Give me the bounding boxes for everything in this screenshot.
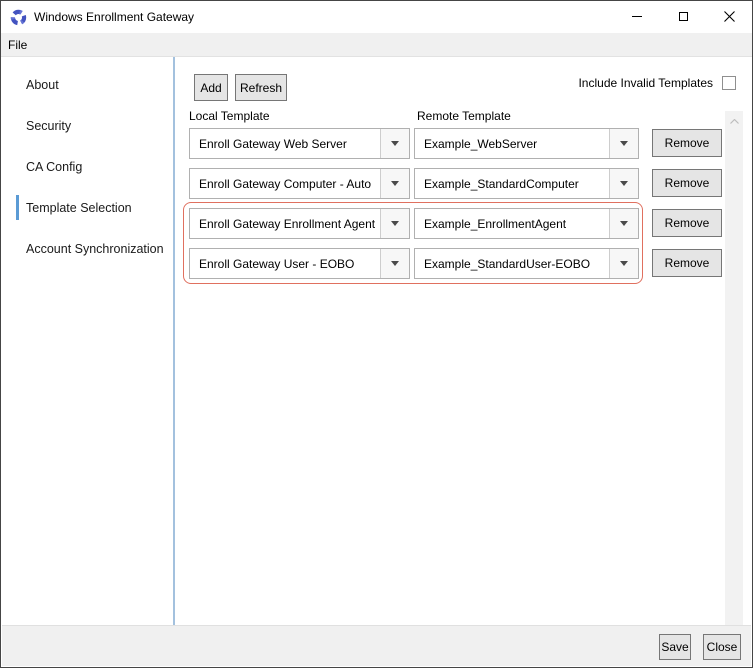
sidebar-item-label: Account Synchronization — [26, 242, 164, 256]
menu-file[interactable]: File — [1, 33, 34, 57]
app-logo-icon — [10, 9, 27, 26]
save-button[interactable]: Save — [659, 634, 691, 660]
maximize-icon — [679, 12, 688, 21]
maximize-button[interactable] — [660, 1, 706, 32]
sidebar-item-account-synchronization[interactable]: Account Synchronization — [2, 228, 173, 269]
minimize-button[interactable] — [614, 1, 660, 32]
chevron-down-icon — [620, 181, 628, 186]
remote-template-dropdown[interactable]: Example_EnrollmentAgent — [414, 208, 639, 239]
dropdown-toggle[interactable] — [380, 209, 409, 238]
local-template-dropdown[interactable]: Enroll Gateway Web Server — [189, 128, 410, 159]
local-template-dropdown[interactable]: Enroll Gateway Computer - Auto — [189, 168, 410, 199]
include-invalid-row: Include Invalid Templates — [578, 76, 736, 90]
local-template-value: Enroll Gateway Computer - Auto — [190, 177, 380, 191]
remote-template-dropdown[interactable]: Example_StandardComputer — [414, 168, 639, 199]
remote-template-value: Example_EnrollmentAgent — [415, 217, 609, 231]
remote-template-dropdown[interactable]: Example_WebServer — [414, 128, 639, 159]
close-icon — [724, 11, 735, 22]
chevron-down-icon — [391, 221, 399, 226]
template-mapping-row: Enroll Gateway User - EOBO Example_Stand… — [189, 248, 729, 279]
dropdown-toggle[interactable] — [609, 249, 638, 278]
sidebar-item-label: Template Selection — [26, 201, 132, 215]
template-mapping-rows: Enroll Gateway Web Server Example_WebSer… — [189, 128, 751, 328]
chevron-down-icon — [620, 141, 628, 146]
sidebar-item-security[interactable]: Security — [2, 105, 173, 146]
local-template-value: Enroll Gateway Web Server — [190, 137, 380, 151]
chevron-down-icon — [391, 181, 399, 186]
remove-button[interactable]: Remove — [652, 209, 722, 237]
window-body: About Security CA Config Template Select… — [2, 57, 751, 625]
minimize-icon — [632, 16, 642, 17]
menu-bar: File — [1, 33, 752, 57]
remote-template-header: Remote Template — [417, 109, 511, 123]
close-button[interactable] — [706, 1, 752, 32]
dropdown-toggle[interactable] — [380, 249, 409, 278]
close-button-footer[interactable]: Close — [703, 634, 741, 660]
dropdown-toggle[interactable] — [380, 129, 409, 158]
local-template-value: Enroll Gateway Enrollment Agent — [190, 217, 380, 231]
dropdown-toggle[interactable] — [380, 169, 409, 198]
template-selection-panel: Add Refresh Include Invalid Templates Lo… — [177, 57, 751, 625]
window-controls — [614, 1, 752, 32]
sidebar-item-template-selection[interactable]: Template Selection — [2, 187, 173, 228]
local-template-value: Enroll Gateway User - EOBO — [190, 257, 380, 271]
remove-button[interactable]: Remove — [652, 169, 722, 197]
remote-template-dropdown[interactable]: Example_StandardUser-EOBO — [414, 248, 639, 279]
remote-template-value: Example_WebServer — [415, 137, 609, 151]
template-mapping-row: Enroll Gateway Computer - Auto Example_S… — [189, 168, 729, 199]
title-bar: Windows Enrollment Gateway — [1, 1, 752, 33]
remote-template-value: Example_StandardUser-EOBO — [415, 257, 609, 271]
sidebar-item-label: About — [26, 78, 59, 92]
dropdown-toggle[interactable] — [609, 169, 638, 198]
add-button[interactable]: Add — [194, 74, 228, 101]
refresh-button[interactable]: Refresh — [235, 74, 287, 101]
include-invalid-label: Include Invalid Templates — [578, 76, 713, 90]
scroll-up-button[interactable] — [725, 113, 743, 129]
sidebar-item-ca-config[interactable]: CA Config — [2, 146, 173, 187]
chevron-up-icon — [730, 119, 739, 124]
local-template-dropdown[interactable]: Enroll Gateway Enrollment Agent — [189, 208, 410, 239]
dropdown-toggle[interactable] — [609, 129, 638, 158]
sidebar-item-label: CA Config — [26, 160, 82, 174]
local-template-dropdown[interactable]: Enroll Gateway User - EOBO — [189, 248, 410, 279]
sidebar-item-label: Security — [26, 119, 71, 133]
remove-button[interactable]: Remove — [652, 249, 722, 277]
dropdown-toggle[interactable] — [609, 209, 638, 238]
chevron-down-icon — [391, 261, 399, 266]
selected-indicator — [16, 195, 19, 220]
remove-button[interactable]: Remove — [652, 129, 722, 157]
vertical-scrollbar[interactable] — [725, 111, 743, 656]
chevron-down-icon — [391, 141, 399, 146]
sidebar-item-about[interactable]: About — [2, 64, 173, 105]
chevron-down-icon — [620, 261, 628, 266]
window-title: Windows Enrollment Gateway — [34, 10, 194, 24]
template-mapping-row: Enroll Gateway Enrollment Agent Example_… — [189, 208, 729, 239]
footer-bar: Save Close — [2, 625, 751, 666]
chevron-down-icon — [620, 221, 628, 226]
include-invalid-checkbox[interactable] — [722, 76, 736, 90]
sidebar: About Security CA Config Template Select… — [2, 57, 175, 625]
local-template-header: Local Template — [189, 109, 270, 123]
app-window: Windows Enrollment Gateway File About Se… — [0, 0, 753, 668]
template-mapping-row: Enroll Gateway Web Server Example_WebSer… — [189, 128, 729, 159]
remote-template-value: Example_StandardComputer — [415, 177, 609, 191]
